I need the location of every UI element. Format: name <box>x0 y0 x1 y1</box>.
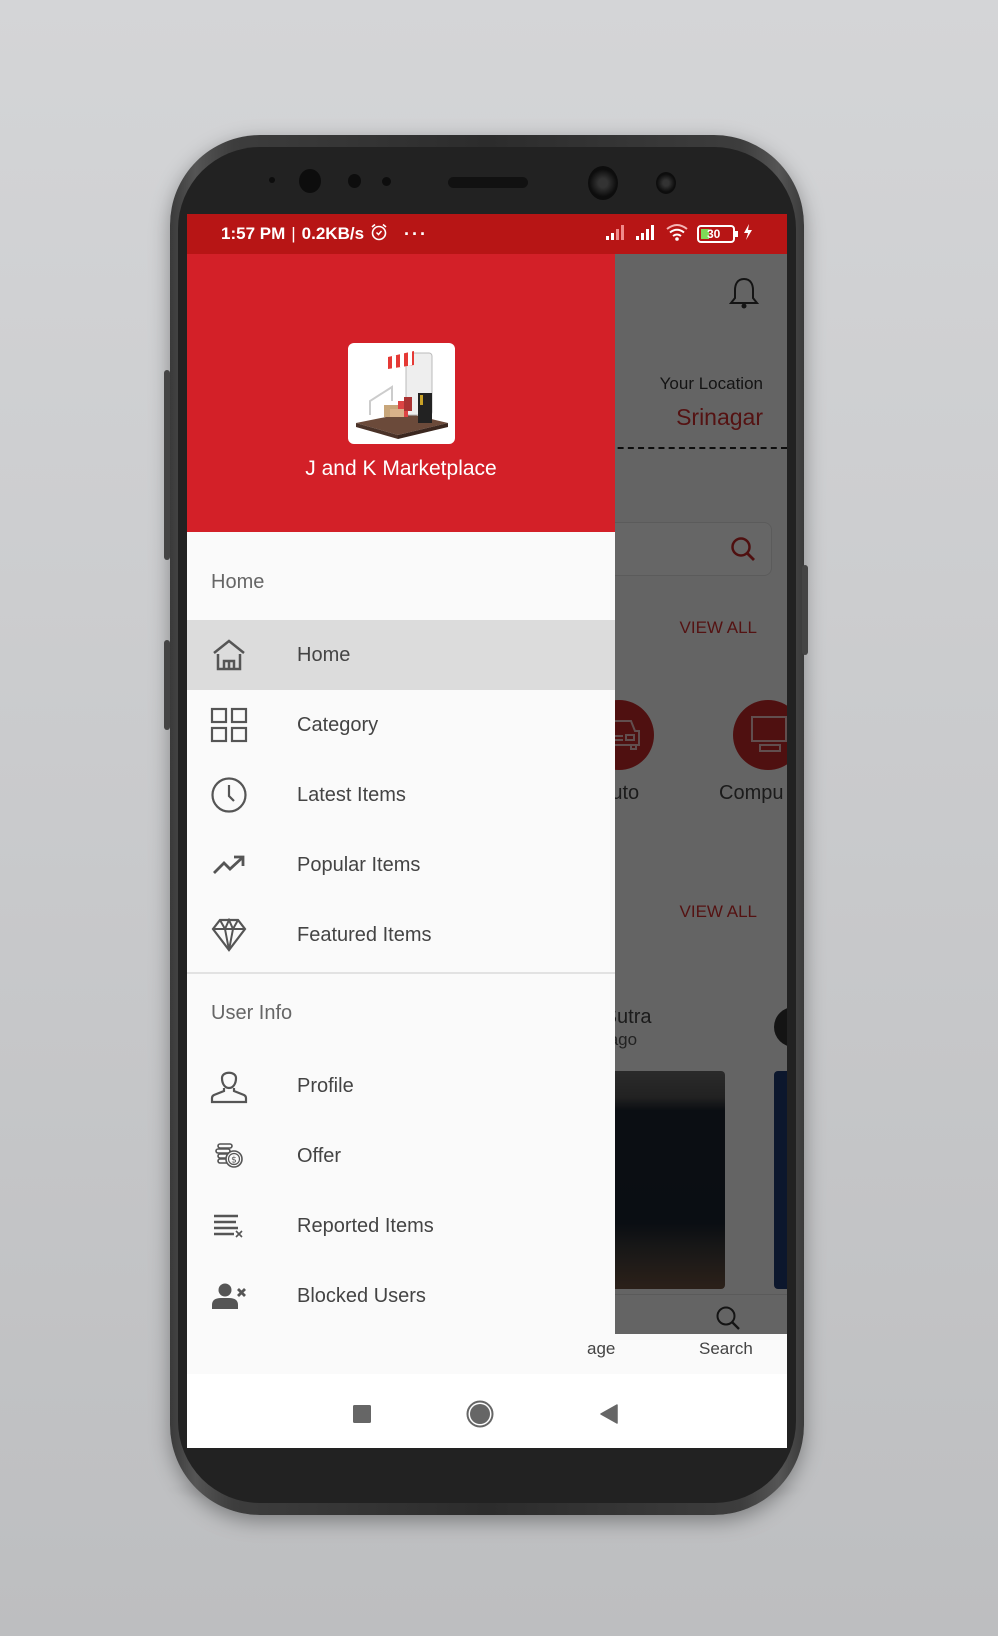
user-icon <box>209 1066 249 1106</box>
section-label-user-info: User Info <box>211 1002 293 1024</box>
wifi-icon <box>665 223 689 246</box>
status-network-speed: 0.2KB/s <box>301 224 365 243</box>
sensor-dot <box>269 177 275 183</box>
drawer-item-message[interactable]: Message <box>187 1331 615 1334</box>
sensor-dot <box>382 177 391 186</box>
phone-screen: 1:57 PM | 0.2KB/s ··· 30 age Search J an… <box>187 214 787 1448</box>
svg-text:$: $ <box>231 1156 237 1166</box>
charging-icon <box>743 223 753 245</box>
app-logo <box>348 343 455 444</box>
home-icon <box>209 635 249 675</box>
drawer-item-popular-items[interactable]: Popular Items <box>187 830 615 900</box>
status-time: 1:57 PM <box>221 224 286 243</box>
front-camera <box>299 169 321 193</box>
drawer-item-label: Profile <box>297 1074 354 1097</box>
grid-icon <box>209 705 249 745</box>
bottom-nav-search-label[interactable]: Search <box>699 1339 753 1359</box>
drawer-item-category[interactable]: Category <box>187 690 615 760</box>
back-icon[interactable] <box>599 1404 619 1429</box>
drawer-item-reported-items[interactable]: Reported Items <box>187 1191 615 1261</box>
clock-icon <box>209 775 249 815</box>
list-x-icon <box>209 1206 249 1246</box>
drawer-item-label: Blocked Users <box>297 1284 426 1307</box>
battery-level: 30 <box>707 227 721 241</box>
drawer-header: J and K Marketplace <box>187 254 615 532</box>
battery-icon: 30 <box>697 225 738 243</box>
navigation-drawer: J and K Marketplace Home Home Category L… <box>187 254 615 1334</box>
side-button <box>164 640 170 730</box>
signal-icon <box>635 224 657 245</box>
drawer-item-label: Popular Items <box>297 853 421 876</box>
app-name: J and K Marketplace <box>305 457 497 480</box>
drawer-item-label: Home <box>297 643 351 666</box>
home-icon[interactable] <box>466 1400 494 1433</box>
bottom-nav-message-label[interactable]: age <box>587 1339 615 1359</box>
volume-button <box>164 370 170 560</box>
status-separator: | <box>291 224 296 243</box>
front-sensor <box>656 172 676 194</box>
signal-icon <box>605 224 627 245</box>
earpiece-speaker <box>448 177 528 188</box>
drawer-item-label: Offer <box>297 1144 342 1167</box>
more-notifications-icon: ··· <box>404 223 429 244</box>
front-camera-large <box>588 166 618 200</box>
status-bar: 1:57 PM | 0.2KB/s ··· 30 <box>187 214 787 254</box>
drawer-item-label: Latest Items <box>297 783 406 806</box>
sensor-dot <box>348 174 361 188</box>
drawer-item-home[interactable]: Home <box>187 620 615 690</box>
drawer-item-label: Featured Items <box>297 923 432 946</box>
system-navigation-bar <box>187 1379 787 1448</box>
trending-up-icon <box>209 845 249 885</box>
section-divider <box>187 972 615 974</box>
user-blocked-icon <box>209 1276 249 1316</box>
drawer-item-latest-items[interactable]: Latest Items <box>187 760 615 830</box>
drawer-item-profile[interactable]: Profile <box>187 1051 615 1121</box>
drawer-item-label: Reported Items <box>297 1214 434 1237</box>
power-button <box>802 565 808 655</box>
diamond-icon <box>209 915 249 955</box>
section-label-home: Home <box>211 571 265 593</box>
drawer-item-label: Category <box>297 713 379 736</box>
coins-icon: $ <box>209 1136 249 1176</box>
drawer-item-offer[interactable]: $ Offer <box>187 1121 615 1191</box>
drawer-item-featured-items[interactable]: Featured Items <box>187 900 615 970</box>
alarm-icon <box>370 223 388 246</box>
recents-icon[interactable] <box>353 1405 371 1428</box>
drawer-item-blocked-users[interactable]: Blocked Users <box>187 1261 615 1331</box>
